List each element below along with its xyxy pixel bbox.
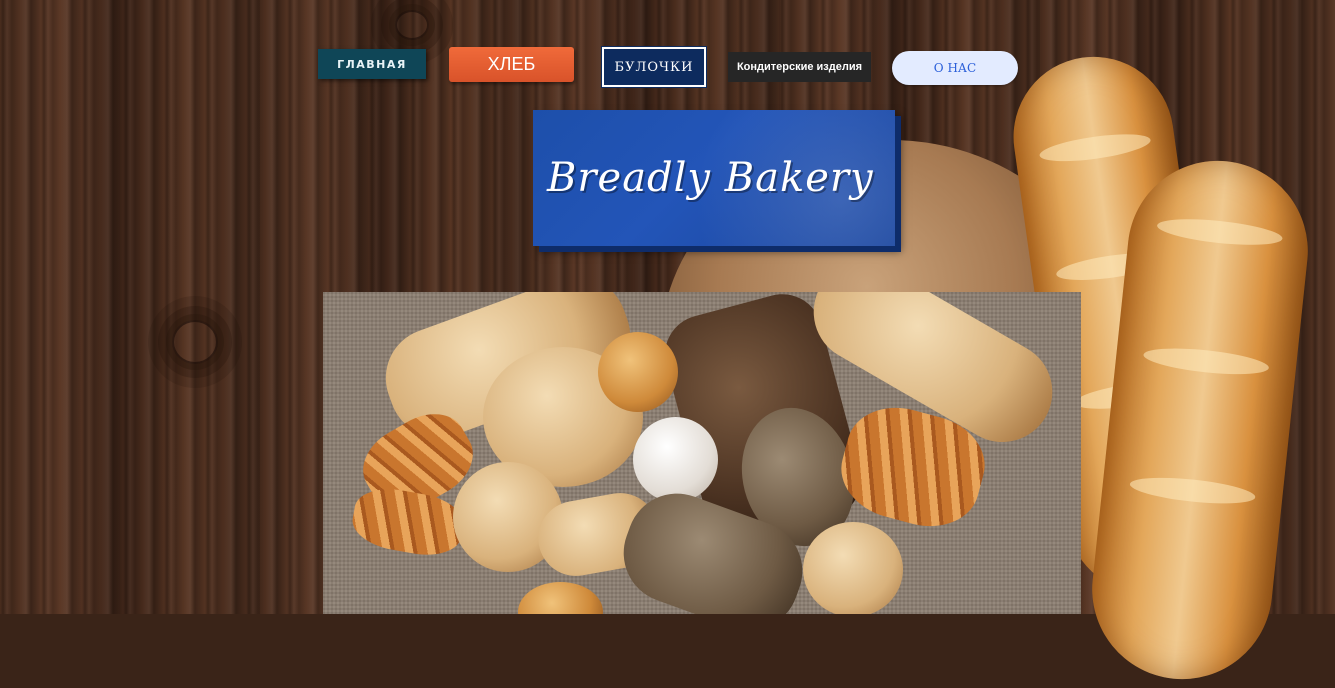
nav-bread-button[interactable]: ХЛЕБ (449, 47, 574, 82)
bread-item (633, 417, 718, 502)
wood-knot (395, 10, 429, 40)
nav-home-button[interactable]: ГЛАВНАЯ (318, 49, 426, 79)
wood-knot (172, 320, 218, 364)
croissant (348, 482, 468, 562)
nav-pastry-button[interactable]: Кондитерские изделия (728, 52, 871, 82)
nav-about-button[interactable]: О НАС (892, 51, 1018, 85)
bread-item (803, 522, 903, 614)
bread-item (518, 582, 603, 614)
nav-buns-button[interactable]: БУЛОЧКИ (601, 46, 707, 88)
bread-assortment-photo (323, 292, 1081, 614)
site-title: Breadly Bakery (547, 155, 874, 201)
site-title-box: Breadly Bakery (533, 110, 895, 246)
bread-item (598, 332, 678, 412)
